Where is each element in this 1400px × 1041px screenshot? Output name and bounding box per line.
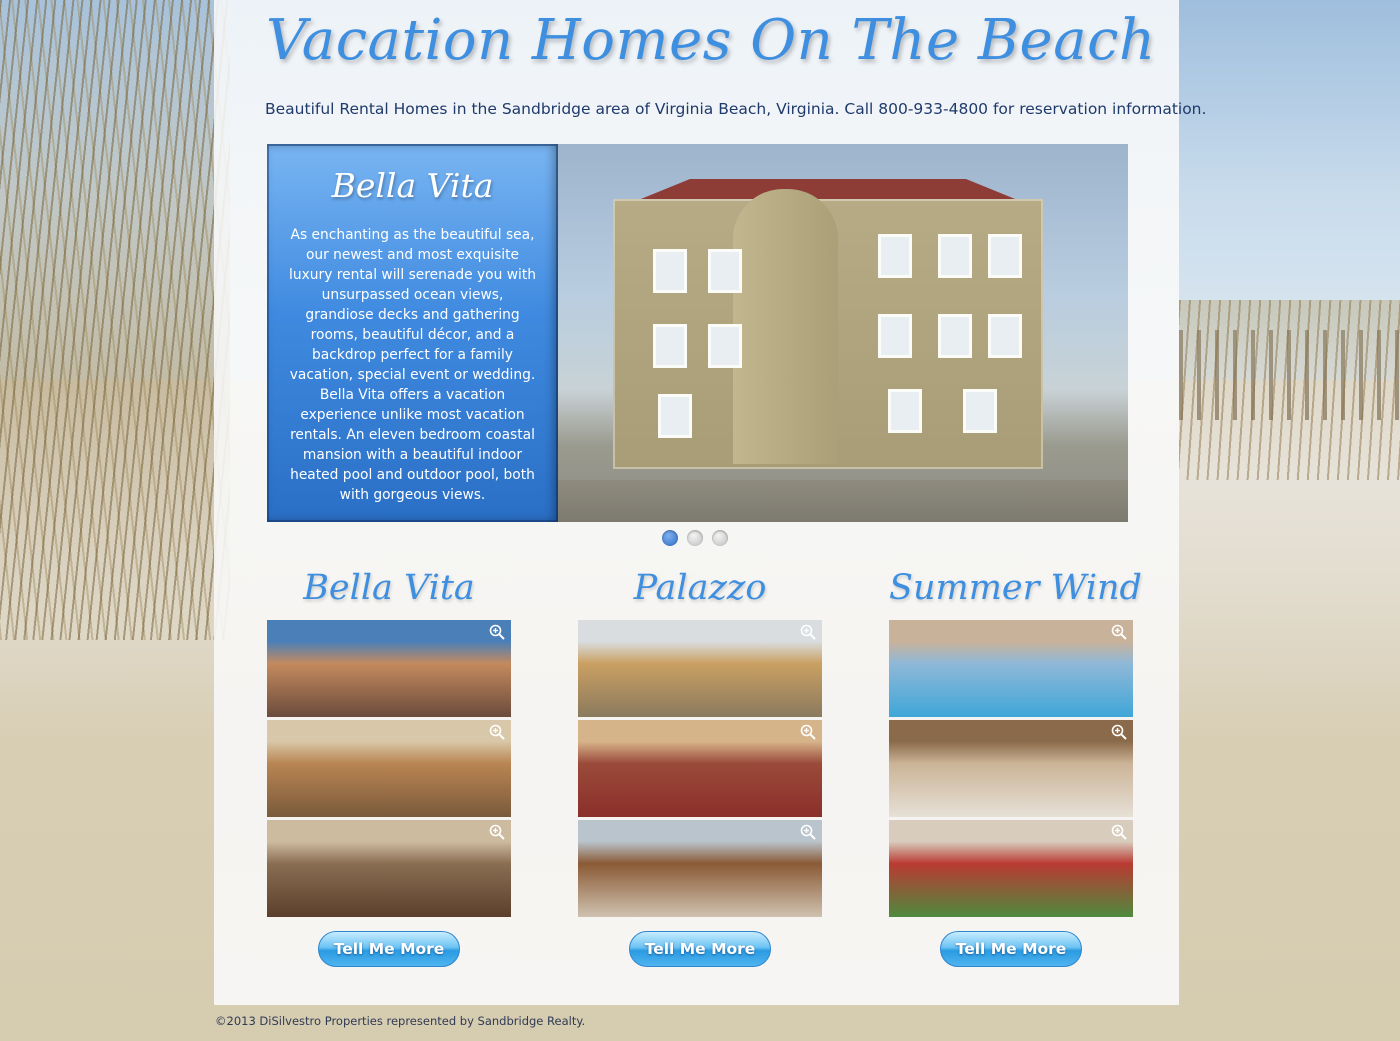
content-panel: Vacation Homes On The Beach Beautiful Re…: [214, 0, 1207, 1005]
house-window: [708, 324, 742, 368]
zoom-icon: [800, 824, 816, 840]
slider-dot-2[interactable]: [687, 530, 703, 546]
footer-copyright: ©2013 DiSilvestro Properties represented…: [215, 1014, 586, 1028]
house-window: [988, 314, 1022, 358]
house-window: [938, 314, 972, 358]
property-thumbnail[interactable]: [267, 720, 511, 817]
property-title[interactable]: Bella Vita: [267, 568, 511, 620]
property-thumbnail[interactable]: [889, 720, 1133, 817]
slide-caption-title: Bella Vita: [331, 166, 494, 205]
house-tower: [733, 189, 838, 464]
slider-dot-1[interactable]: [662, 530, 678, 546]
site-title[interactable]: Vacation Homes On The Beach: [266, 8, 1156, 73]
house-window: [878, 314, 912, 358]
featured-slider[interactable]: Bella Vita As enchanting as the beautifu…: [267, 144, 1128, 522]
slide-photo-bella-vita[interactable]: [558, 144, 1128, 522]
zoom-icon: [800, 624, 816, 640]
property-thumbnail[interactable]: [889, 620, 1133, 717]
property-thumbnail[interactable]: [267, 620, 511, 717]
house-window: [658, 394, 692, 438]
zoom-icon: [1111, 724, 1127, 740]
zoom-icon: [489, 724, 505, 740]
zoom-icon: [489, 824, 505, 840]
slide-caption: Bella Vita As enchanting as the beautifu…: [267, 144, 558, 522]
slide-caption-text: As enchanting as the beautiful sea, our …: [289, 227, 536, 503]
house-window: [653, 249, 687, 293]
house-window: [938, 234, 972, 278]
house-window: [653, 324, 687, 368]
slider-dot-3[interactable]: [712, 530, 728, 546]
dune-grass-left: [0, 0, 230, 640]
tell-me-more-button[interactable]: Tell Me More: [318, 931, 460, 967]
property-title[interactable]: Palazzo: [578, 568, 822, 620]
house-window: [708, 249, 742, 293]
house-window: [988, 234, 1022, 278]
house-window: [963, 389, 997, 433]
property-title[interactable]: Summer Wind: [889, 568, 1142, 620]
tell-me-more-button[interactable]: Tell Me More: [940, 931, 1082, 967]
zoom-icon: [489, 624, 505, 640]
house-window: [878, 234, 912, 278]
zoom-icon: [1111, 824, 1127, 840]
house-window: [888, 389, 922, 433]
zoom-icon: [800, 724, 816, 740]
tagline: Beautiful Rental Homes in the Sandbridge…: [265, 100, 1207, 118]
property-bella-vita: Bella Vita Tell Me More: [267, 568, 511, 967]
property-thumbnail[interactable]: [889, 820, 1133, 917]
dune-grass-right: [1179, 300, 1400, 480]
slide-lawn: [558, 480, 1128, 522]
property-thumbnail[interactable]: [267, 820, 511, 917]
property-palazzo: Palazzo Tell Me More: [578, 568, 822, 967]
property-thumbnail[interactable]: [578, 820, 822, 917]
tell-me-more-button[interactable]: Tell Me More: [629, 931, 771, 967]
property-thumbnail[interactable]: [578, 620, 822, 717]
property-summer-wind: Summer Wind Tell Me More: [889, 568, 1142, 967]
slider-pagination: [662, 530, 728, 546]
property-thumbnail[interactable]: [578, 720, 822, 817]
zoom-icon: [1111, 624, 1127, 640]
